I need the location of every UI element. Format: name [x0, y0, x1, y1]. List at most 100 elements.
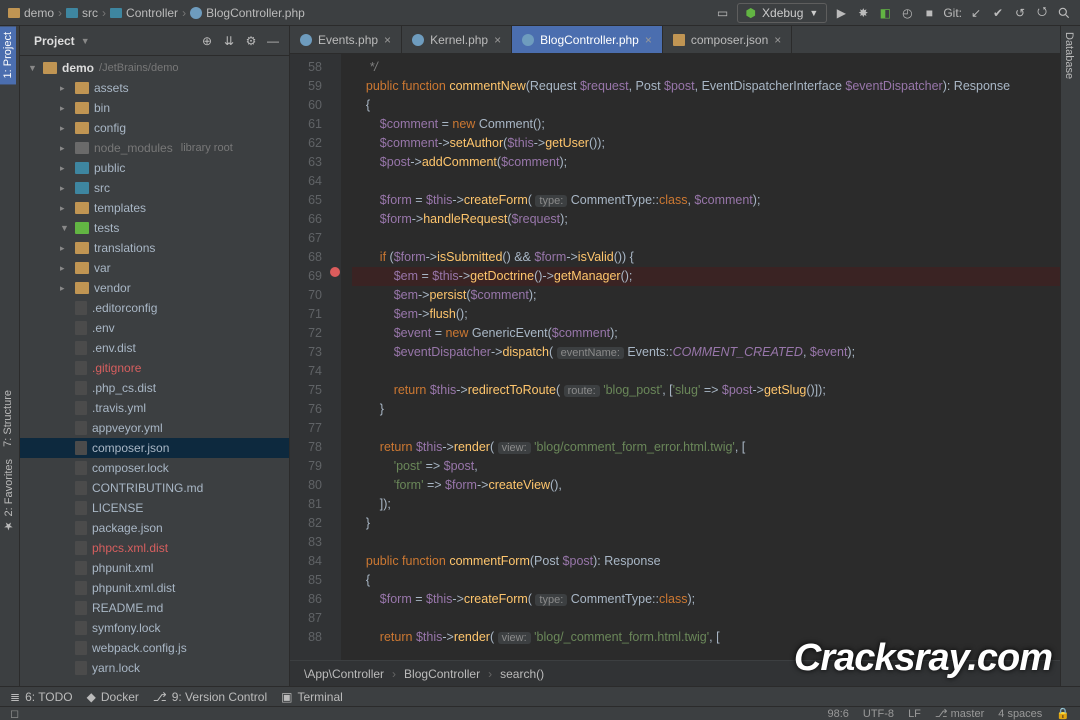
close-icon[interactable]: × [774, 33, 781, 47]
file-icon [75, 481, 87, 495]
locate-icon[interactable]: ⊕ [199, 33, 215, 49]
editor-tab[interactable]: BlogController.php× [512, 26, 663, 53]
tree-item[interactable]: ▸var [20, 258, 289, 278]
folder-icon [75, 242, 89, 254]
tool-vcs[interactable]: ⎇ 9: Version Control [153, 690, 267, 704]
tool-database[interactable]: Database [1061, 26, 1077, 85]
close-icon[interactable]: × [494, 33, 501, 47]
editor-tab[interactable]: Events.php × [290, 26, 402, 53]
expand-icon[interactable]: ▸ [60, 203, 70, 214]
tree-item[interactable]: ▸bin [20, 98, 289, 118]
tree-item[interactable]: phpunit.xml [20, 558, 289, 578]
profile-button[interactable]: ◴ [899, 5, 915, 21]
tree-item[interactable]: .env [20, 318, 289, 338]
line-gutter[interactable]: 5859606162636465666768697071727374757677… [290, 54, 328, 660]
tree-item[interactable]: yarn.lock [20, 658, 289, 678]
expand-icon[interactable]: ▸ [60, 283, 70, 294]
tool-docker[interactable]: ◆ Docker [87, 690, 139, 704]
tool-favorites[interactable]: ★ 2: Favorites [0, 453, 17, 539]
git-update-button[interactable]: ↙ [968, 5, 984, 21]
lock-icon[interactable]: 🔒 [1056, 707, 1070, 720]
tree-item[interactable]: .env.dist [20, 338, 289, 358]
tree-item[interactable]: ▸templates [20, 198, 289, 218]
tree-item[interactable]: symfony.lock [20, 618, 289, 638]
nav-seg-1[interactable]: BlogController [404, 667, 480, 681]
revert-button[interactable]: ⭯ [1034, 5, 1050, 21]
expand-icon[interactable]: ▸ [60, 263, 70, 274]
tool-todo[interactable]: ≣ 6: TODO [10, 690, 73, 704]
expand-icon[interactable]: ▸ [60, 143, 70, 154]
tree-item[interactable]: ▸translations [20, 238, 289, 258]
debug-button[interactable]: ✸ [855, 5, 871, 21]
tree-item[interactable]: ▸public [20, 158, 289, 178]
tree-item[interactable]: .editorconfig [20, 298, 289, 318]
code-content[interactable]: */ public function commentNew(Request $r… [342, 54, 1060, 660]
code-area[interactable]: 5859606162636465666768697071727374757677… [290, 54, 1060, 660]
chevron-down-icon[interactable]: ▼ [81, 36, 90, 46]
nav-seg-0[interactable]: \App\Controller [304, 667, 384, 681]
status-icon[interactable]: ◻ [10, 707, 19, 720]
tool-project[interactable]: 1: Project [0, 26, 16, 84]
collapse-icon[interactable]: ⇊ [221, 33, 237, 49]
tree-item[interactable]: .gitignore [20, 358, 289, 378]
tab-label: Events.php [318, 33, 378, 47]
git-commit-button[interactable]: ✔ [990, 5, 1006, 21]
device-icon[interactable]: ▭ [715, 5, 731, 21]
tree-item[interactable]: ▸vendor [20, 278, 289, 298]
status-encoding[interactable]: UTF-8 [863, 708, 894, 720]
nav-seg-2[interactable]: search() [500, 667, 544, 681]
tree-root[interactable]: ▼ demo /JetBrains/demo [20, 58, 289, 78]
tree-item[interactable]: README.md [20, 598, 289, 618]
expand-icon[interactable]: ▼ [60, 223, 70, 233]
tree-item[interactable]: .php_cs.dist [20, 378, 289, 398]
tool-terminal[interactable]: ▣ Terminal [281, 690, 343, 704]
close-icon[interactable]: × [384, 33, 391, 47]
tree-item[interactable]: composer.json [20, 438, 289, 458]
breakpoint-icon[interactable] [330, 267, 340, 277]
history-button[interactable]: ↺ [1012, 5, 1028, 21]
status-branch[interactable]: ⎇ master [935, 707, 984, 720]
tree-item[interactable]: ▸config [20, 118, 289, 138]
tree-item[interactable]: CONTRIBUTING.md [20, 478, 289, 498]
expand-icon[interactable]: ▸ [60, 163, 70, 174]
status-indent[interactable]: 4 spaces [998, 708, 1042, 720]
breadcrumb[interactable]: demo › src › Controller › BlogController… [8, 6, 305, 20]
close-icon[interactable]: × [645, 33, 652, 47]
expand-icon[interactable]: ▸ [60, 243, 70, 254]
tree-item[interactable]: ▼tests [20, 218, 289, 238]
status-caret[interactable]: 98:6 [827, 708, 848, 720]
chevron-down-icon[interactable]: ▼ [28, 63, 38, 73]
search-icon[interactable] [1056, 5, 1072, 21]
file-icon [75, 621, 87, 635]
project-panel: Project ▼ ⊕ ⇊ ⚙ — ▼ demo /JetBrains/demo… [20, 26, 290, 686]
coverage-button[interactable]: ◧ [877, 5, 893, 21]
project-title[interactable]: Project [34, 34, 75, 48]
gear-icon[interactable]: ⚙ [243, 33, 259, 49]
expand-icon[interactable]: ▸ [60, 123, 70, 134]
tree-item[interactable]: phpcs.xml.dist [20, 538, 289, 558]
status-line-ending[interactable]: LF [908, 708, 921, 720]
fold-gutter[interactable] [328, 54, 342, 660]
tree-item[interactable]: ▸src [20, 178, 289, 198]
run-config-select[interactable]: ⬢ Xdebug ▼ [737, 3, 828, 23]
stop-button[interactable]: ■ [921, 5, 937, 21]
tree-item[interactable]: appveyor.yml [20, 418, 289, 438]
project-tree[interactable]: ▼ demo /JetBrains/demo ▸assets▸bin▸confi… [20, 56, 289, 686]
tree-item[interactable]: composer.lock [20, 458, 289, 478]
expand-icon[interactable]: ▸ [60, 183, 70, 194]
tree-item[interactable]: .travis.yml [20, 398, 289, 418]
editor-breadcrumb[interactable]: \App\Controller› BlogController› search(… [290, 660, 1060, 686]
run-button[interactable]: ▶ [833, 5, 849, 21]
tree-item[interactable]: webpack.config.js [20, 638, 289, 658]
tree-item[interactable]: phpunit.xml.dist [20, 578, 289, 598]
editor-tab[interactable]: composer.json× [663, 26, 792, 53]
tool-structure[interactable]: 7: Structure [0, 384, 16, 453]
tree-item[interactable]: ▸assets [20, 78, 289, 98]
editor-tab[interactable]: Kernel.php× [402, 26, 512, 53]
tree-item[interactable]: ▸node_modules library root [20, 138, 289, 158]
expand-icon[interactable]: ▸ [60, 103, 70, 114]
tree-item[interactable]: package.json [20, 518, 289, 538]
hide-icon[interactable]: — [265, 33, 281, 49]
expand-icon[interactable]: ▸ [60, 83, 70, 94]
tree-item[interactable]: LICENSE [20, 498, 289, 518]
